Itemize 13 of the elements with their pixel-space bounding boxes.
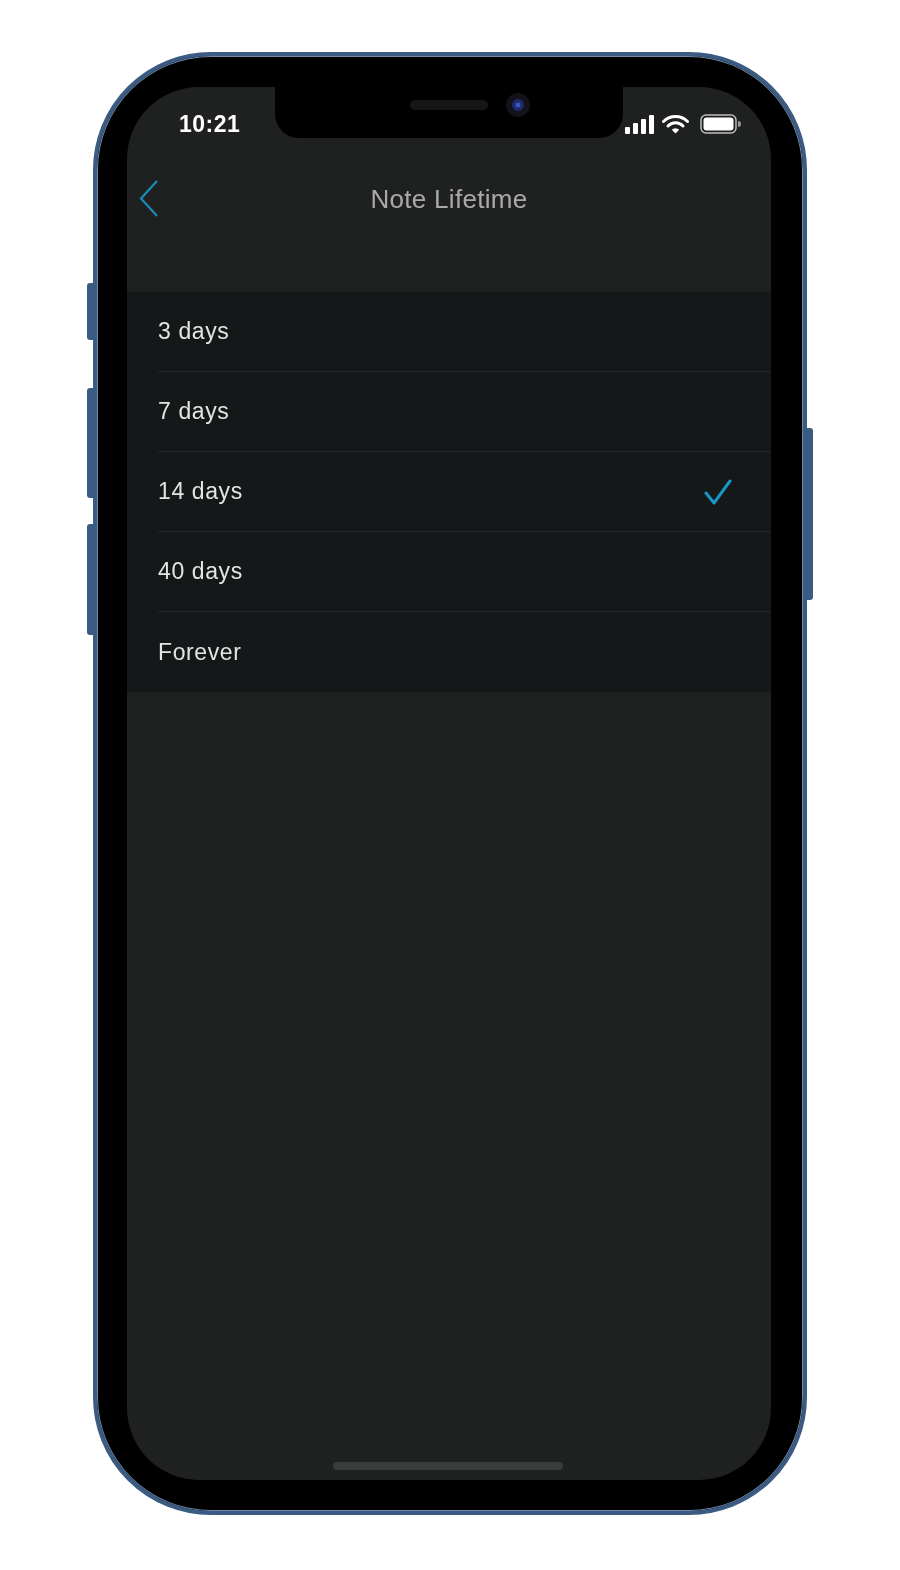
- wifi-icon: [662, 114, 689, 134]
- camera-icon: [506, 93, 530, 117]
- signal-icon: [625, 114, 654, 134]
- back-button[interactable]: [137, 178, 161, 219]
- screen-title: Note Lifetime: [370, 183, 528, 215]
- status-time: 10:21: [179, 110, 241, 138]
- option-row[interactable]: 3 days: [158, 292, 771, 372]
- chevron-left-icon: [139, 180, 159, 217]
- option-row[interactable]: 14 days: [158, 452, 771, 532]
- option-row[interactable]: 7 days: [158, 372, 771, 452]
- battery-icon: [700, 114, 741, 134]
- option-row[interactable]: Forever: [158, 612, 771, 692]
- option-row[interactable]: 40 days: [158, 532, 771, 612]
